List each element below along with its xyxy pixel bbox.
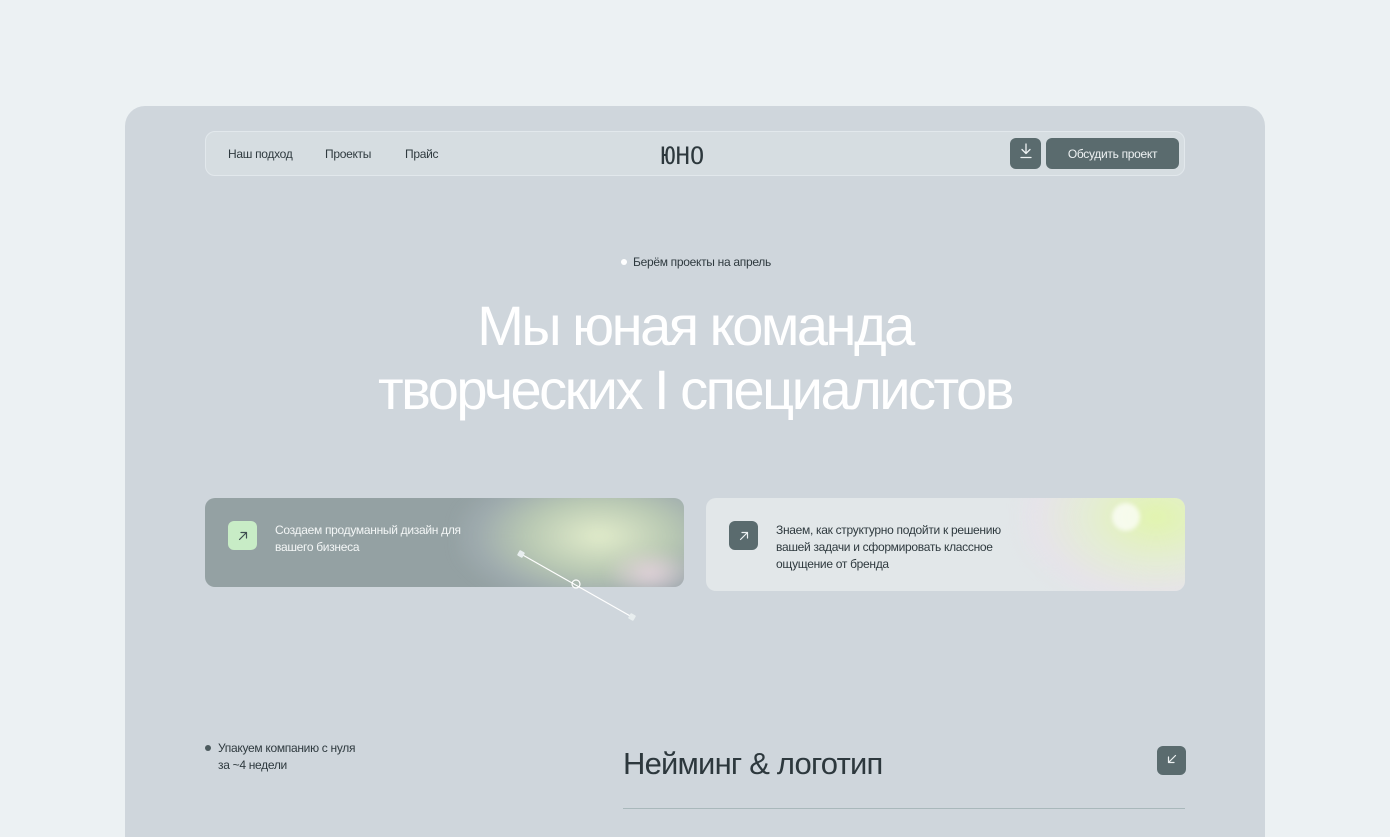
connector-line-decoration <box>517 550 636 621</box>
nav-link-price[interactable]: Прайс <box>405 147 438 161</box>
card-text: Создаем продуманный дизайн для вашего би… <box>275 523 461 554</box>
arrow-up-right-icon[interactable] <box>228 521 257 550</box>
bullet-dot <box>205 745 211 751</box>
hero-title: Мы юная команда творческих I специалисто… <box>125 294 1265 422</box>
status-dot <box>621 259 627 265</box>
expand-button[interactable] <box>1157 746 1186 775</box>
hero-title-line1: Мы юная команда <box>477 294 915 357</box>
logo[interactable]: ЮНО <box>661 142 704 170</box>
arrow-up-right-icon[interactable] <box>729 521 758 550</box>
download-icon <box>1019 143 1033 164</box>
timeline-note: Упакуем компанию с нуля за ~4 недели <box>205 740 378 774</box>
download-button[interactable] <box>1010 138 1041 169</box>
note-line2: за ~4 недели <box>218 758 287 772</box>
nav-link-projects[interactable]: Проекты <box>325 147 371 161</box>
discuss-project-button[interactable]: Обсудить проект <box>1046 138 1179 169</box>
tagline-text: Берём проекты на апрель <box>633 255 771 269</box>
hero-title-line2: творческих I специалистов <box>378 358 1014 421</box>
card-text: Знаем, как структурно подойти к решению … <box>776 523 1001 571</box>
card-bubble-decoration <box>1112 503 1140 531</box>
feature-card-brand[interactable]: Знаем, как структурно подойти к решению … <box>706 498 1185 591</box>
top-nav: Наш подход Проекты Прайс ЮНО Обсудить пр… <box>205 131 1185 176</box>
card-glow-decoration <box>1016 498 1185 591</box>
availability-tagline: Берём проекты на апрель <box>621 255 771 269</box>
main-frame: Наш подход Проекты Прайс ЮНО Обсудить пр… <box>125 106 1265 837</box>
note-line1: Упакуем компанию с нуля <box>218 741 356 755</box>
section-divider <box>623 808 1185 809</box>
section-title: Нейминг & логотип <box>623 746 883 781</box>
arrow-down-left-icon <box>1166 752 1178 770</box>
nav-link-approach[interactable]: Наш подход <box>228 147 293 161</box>
